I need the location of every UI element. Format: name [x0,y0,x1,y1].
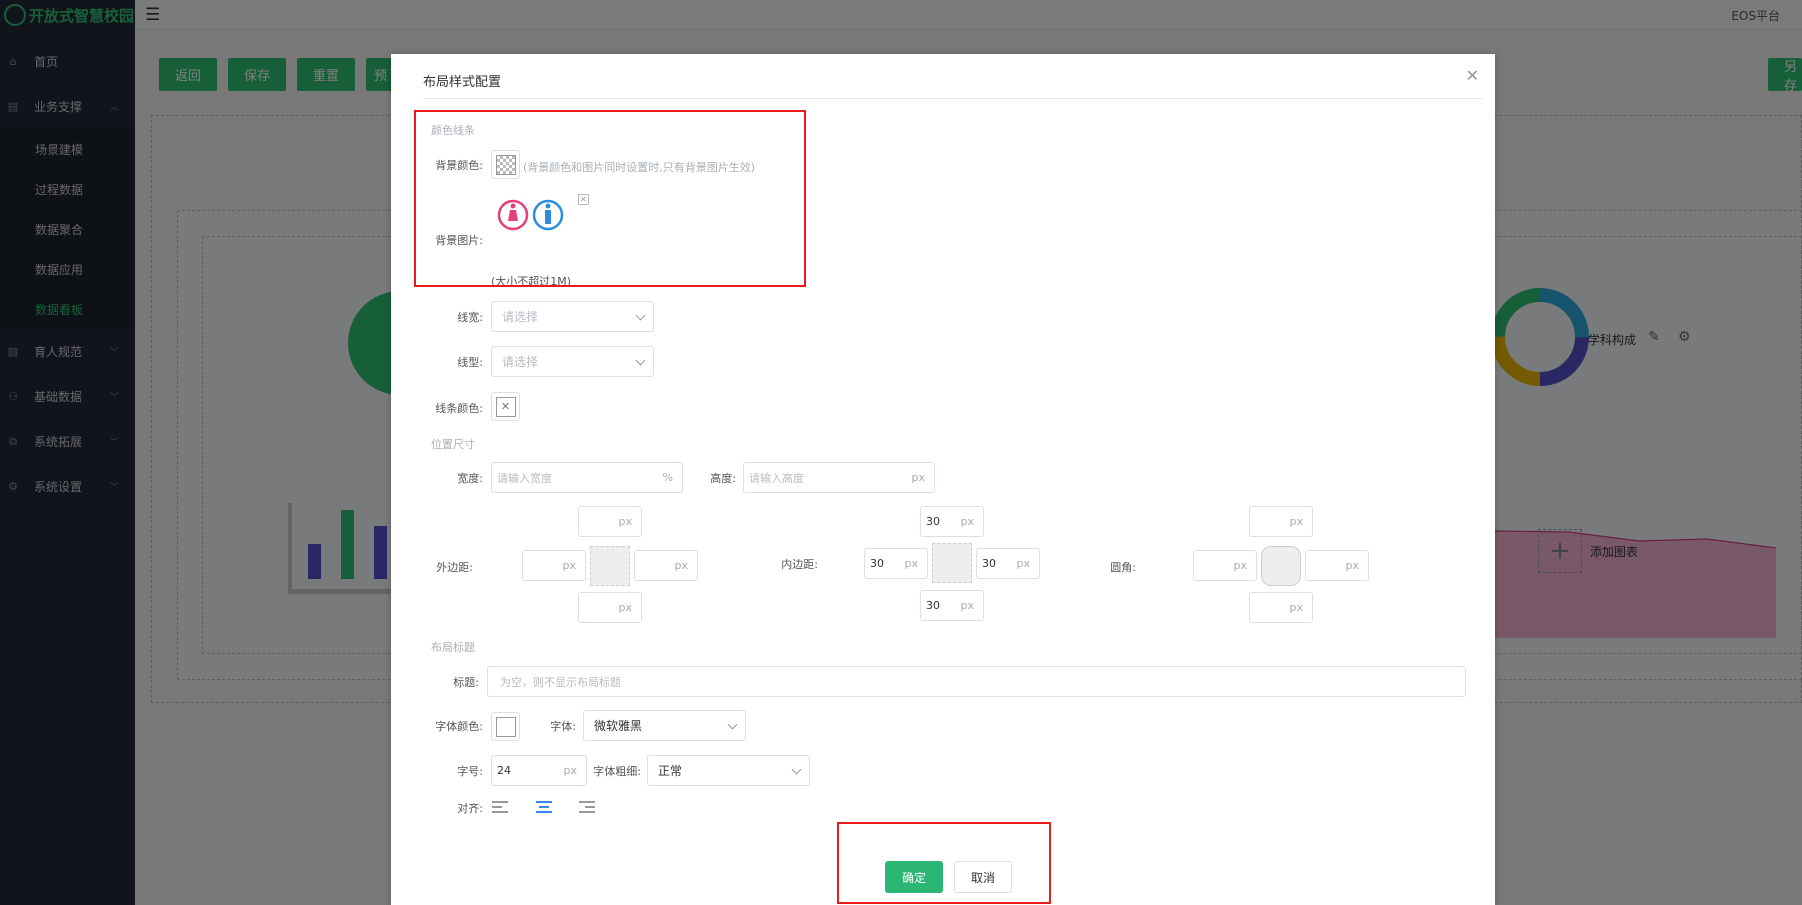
title-input[interactable]: 为空，则不显示布局标题 [487,666,1466,697]
height-label: 高度: [710,472,736,485]
close-icon[interactable]: ✕ [1466,68,1479,84]
title-label: 标题: [453,676,479,689]
unit-label: px [960,599,975,612]
radius-bottom-input[interactable]: px [1249,592,1313,623]
margin-left-input[interactable]: px [522,550,586,581]
line-color-picker[interactable]: ✕ [491,392,520,421]
line-width-select[interactable]: 请选择 [491,301,654,332]
unit-label: px [904,557,919,570]
height-input[interactable]: 请输入高度 px [743,462,935,493]
dialog-divider [423,98,1483,99]
input-placeholder: 请输入高度 [749,471,804,485]
select-placeholder: 请选择 [502,310,539,324]
input-value: 30 [926,515,940,528]
empty-color-icon: ✕ [495,396,516,417]
unit-label: px [911,471,926,484]
width-label: 宽度: [457,472,483,485]
radius-label: 圆角: [1110,561,1136,574]
radius-top-input[interactable]: px [1249,506,1313,537]
font-label: 字体: [550,720,576,733]
margin-preview-box [590,546,630,586]
font-weight-label: 字体粗细: [593,765,641,778]
chevron-down-icon [635,310,646,321]
input-placeholder: 为空，则不显示布局标题 [500,675,621,689]
align-left-icon[interactable] [492,801,508,815]
chevron-down-icon [635,355,646,366]
margin-top-input[interactable]: px [578,506,642,537]
radius-left-input[interactable]: px [1193,550,1257,581]
input-value: 24 [497,764,511,777]
select-value: 微软雅黑 [594,719,643,733]
align-right-icon[interactable] [579,801,595,815]
margin-bottom-input[interactable]: px [578,592,642,623]
unit-label: px [1345,559,1360,572]
padding-right-input[interactable]: 30 px [976,548,1040,579]
unit-label: px [1016,557,1031,570]
select-placeholder: 请选择 [502,355,539,369]
font-weight-select[interactable]: 正常 [647,755,810,786]
padding-label: 内边距: [781,558,818,571]
unit-label: px [960,515,975,528]
align-label: 对齐: [457,802,483,815]
unit-label: px [618,601,633,614]
line-color-label: 线条颜色: [435,402,483,415]
input-value: 30 [870,557,884,570]
font-family-select[interactable]: 微软雅黑 [583,710,746,741]
chevron-down-icon [791,764,802,775]
unit-label: px [562,559,577,572]
font-color-label: 字体颜色: [435,720,483,733]
section-layout-title: 布局标题 [431,641,475,654]
input-value: 30 [926,599,940,612]
color-swatch [495,716,516,737]
input-value: 30 [982,557,996,570]
line-width-label: 线宽: [457,311,483,324]
unit-label: px [1289,601,1304,614]
unit-label: % [662,471,673,484]
padding-bottom-input[interactable]: 30 px [920,590,984,621]
line-type-label: 线型: [457,356,483,369]
chevron-down-icon [727,719,738,730]
unit-label: px [1289,515,1304,528]
highlight-box-buttons [837,822,1051,904]
padding-top-input[interactable]: 30 px [920,506,984,537]
font-color-picker[interactable] [491,712,520,741]
line-type-select[interactable]: 请选择 [491,346,654,377]
section-position-size: 位置尺寸 [431,438,475,451]
margin-label: 外边距: [436,561,473,574]
radius-preview-box [1261,546,1301,586]
unit-label: px [563,764,578,777]
unit-label: px [618,515,633,528]
margin-right-input[interactable]: px [634,550,698,581]
select-value: 正常 [658,764,683,778]
radius-right-input[interactable]: px [1305,550,1369,581]
dialog-title: 布局样式配置 [423,75,502,90]
padding-left-input[interactable]: 30 px [864,548,928,579]
unit-label: px [674,559,689,572]
padding-preview-box [932,543,972,583]
highlight-box-background [414,110,806,287]
align-center-icon[interactable] [536,801,552,815]
font-size-input[interactable]: 24 px [491,755,587,786]
unit-label: px [1233,559,1248,572]
width-input[interactable]: 请输入宽度% [491,462,683,493]
input-placeholder: 请输入宽度 [497,471,552,485]
font-size-label: 字号: [457,765,483,778]
